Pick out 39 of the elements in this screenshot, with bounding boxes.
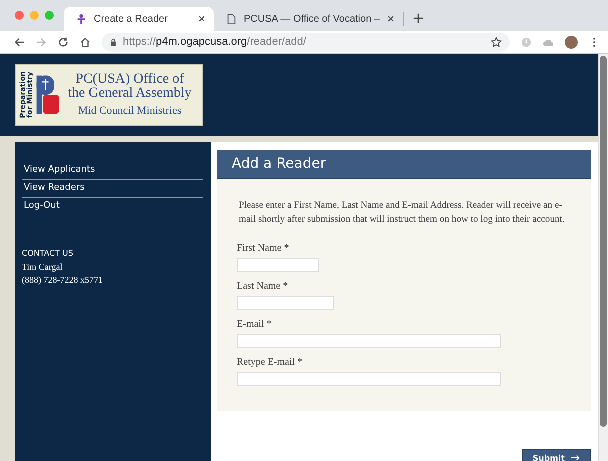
reload-icon[interactable]: [58, 36, 69, 48]
sidebar-link[interactable]: View Applicants: [22, 162, 203, 180]
document-icon: [226, 14, 237, 24]
lock-icon: [110, 38, 117, 46]
close-window-button[interactable]: [15, 11, 24, 20]
contact-text: (888) 728-7228 x5771: [22, 275, 104, 285]
submit-button[interactable]: Submit: [522, 448, 591, 461]
forward-icon[interactable]: [36, 36, 47, 48]
logo-title: the General Assembly: [68, 87, 192, 101]
field-label: E-mail *: [237, 318, 273, 330]
text-input[interactable]: [237, 258, 319, 272]
contact-text: Tim Cargal: [22, 262, 64, 272]
sidebar-link[interactable]: View Readers: [22, 180, 203, 198]
browser-tab[interactable]: Create a Reader: [64, 7, 214, 31]
close-icon[interactable]: [387, 15, 395, 23]
star-icon[interactable]: [491, 36, 502, 48]
panel-title: Add a Reader: [217, 150, 591, 179]
close-icon[interactable]: [198, 15, 206, 23]
text-input[interactable]: [237, 372, 501, 386]
figure-icon: [76, 14, 87, 24]
home-icon[interactable]: [80, 36, 91, 48]
profile-avatar[interactable]: [565, 36, 578, 48]
logo-subtitle: Mid Council Ministries: [78, 105, 182, 117]
contact-heading: CONTACT US: [22, 249, 74, 258]
field-label: Retype E-mail *: [237, 356, 304, 368]
text-input[interactable]: [237, 334, 501, 348]
text-input[interactable]: [237, 296, 334, 310]
scrollbar[interactable]: [598, 54, 608, 461]
logo-title: PC(USA) Office of: [76, 73, 184, 87]
sidebar-link[interactable]: Log-Out: [22, 198, 203, 215]
new-tab-icon[interactable]: [413, 13, 424, 24]
url-text: https://p4m.ogapcusa.org/reader/add/: [123, 36, 308, 48]
browser-tab[interactable]: PCUSA — Office of Vocation –: [214, 12, 404, 26]
back-icon[interactable]: [14, 36, 25, 48]
intro-text: Please enter a First Name, Last Name and E-mail Address. Reader will receive an e-mail shortly after submission that will instruct them on how to log into their account.: [239, 199, 566, 227]
field-label: First Name *: [237, 242, 290, 254]
arrow-icon: [571, 455, 580, 461]
field-label: Last Name *: [237, 280, 290, 292]
address-bar[interactable]: https://p4m.ogapcusa.org/reader/add/: [102, 32, 510, 52]
